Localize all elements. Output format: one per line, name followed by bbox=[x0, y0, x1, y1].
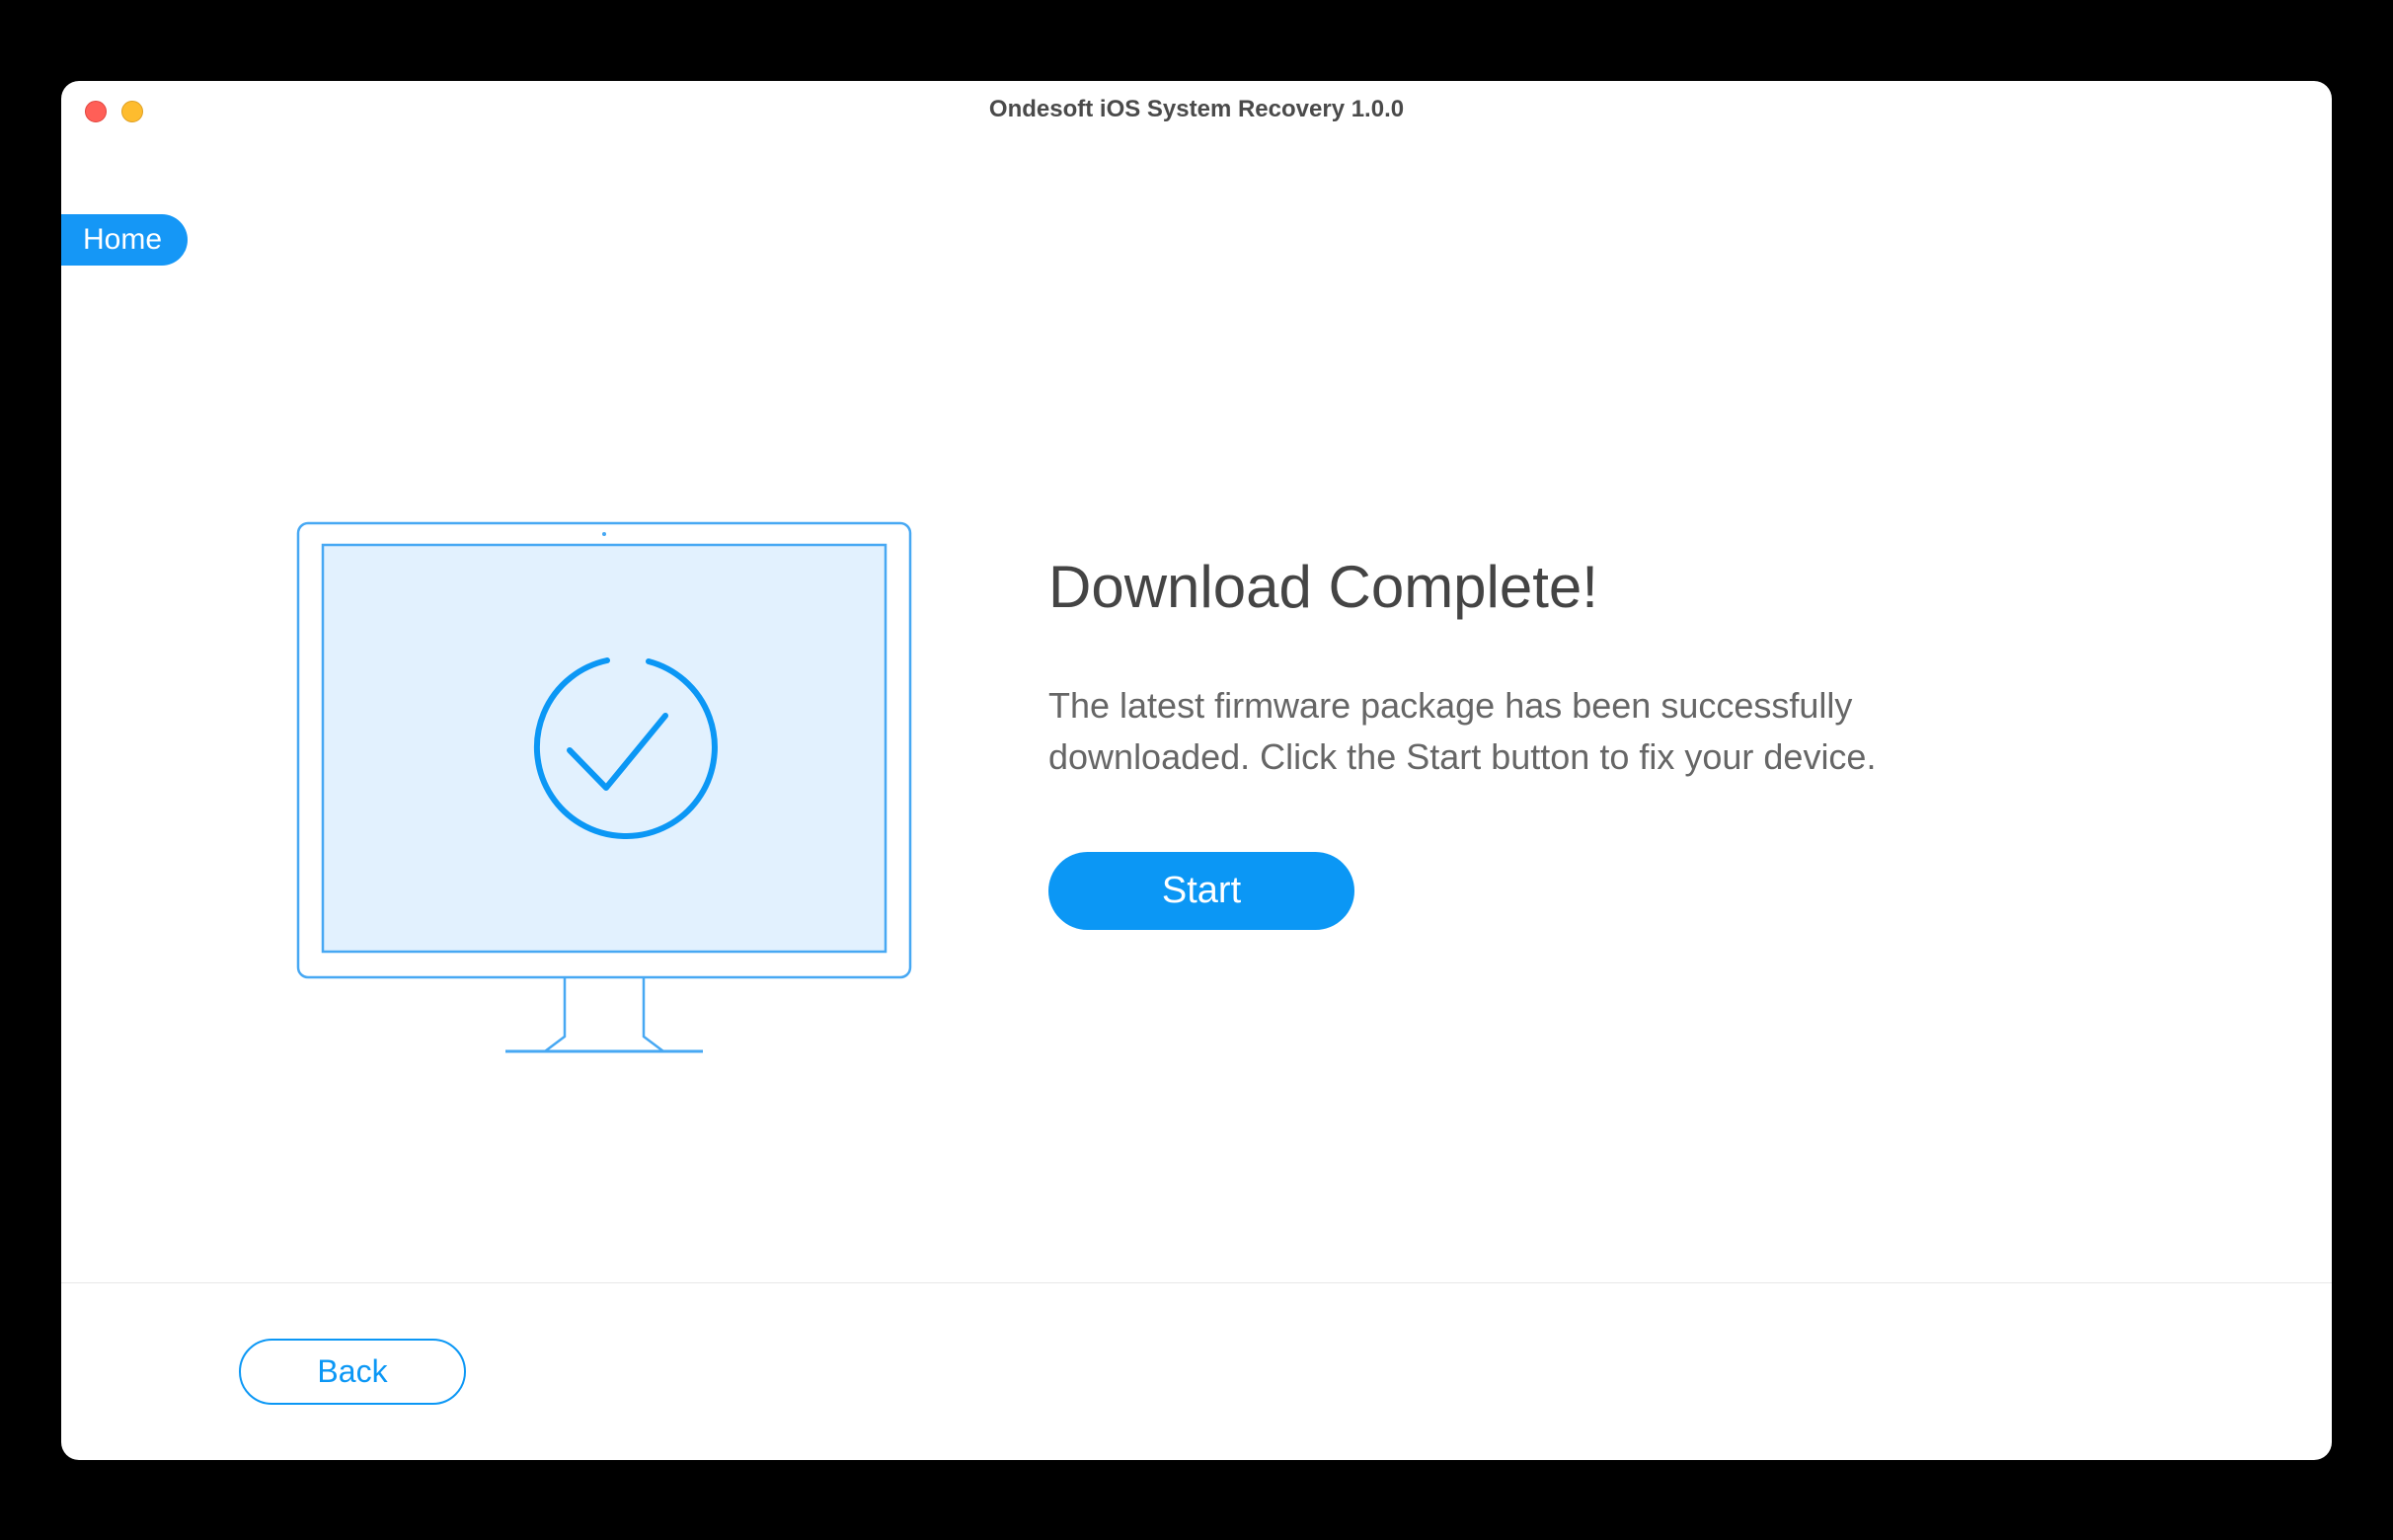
main-content: Download Complete! The latest firmware p… bbox=[61, 138, 2332, 1066]
breadcrumb: Home bbox=[61, 214, 188, 266]
window-minimize-button[interactable] bbox=[121, 101, 143, 122]
status-panel: Download Complete! The latest firmware p… bbox=[950, 503, 2036, 930]
breadcrumb-home-label: Home bbox=[83, 223, 162, 256]
start-button-label: Start bbox=[1162, 870, 1241, 911]
monitor-checkmark-illustration bbox=[239, 503, 950, 1066]
footer: Back bbox=[61, 1282, 2332, 1460]
window-close-button[interactable] bbox=[85, 101, 107, 122]
window-title: Ondesoft iOS System Recovery 1.0.0 bbox=[989, 96, 1404, 123]
traffic-lights bbox=[85, 101, 143, 122]
app-window: Ondesoft iOS System Recovery 1.0.0 Home bbox=[61, 81, 2332, 1460]
back-button-label: Back bbox=[317, 1353, 387, 1389]
window-titlebar: Ondesoft iOS System Recovery 1.0.0 bbox=[61, 81, 2332, 138]
page-description: The latest firmware package has been suc… bbox=[1048, 680, 2036, 783]
start-button[interactable]: Start bbox=[1048, 852, 1354, 930]
breadcrumb-home[interactable]: Home bbox=[61, 214, 188, 266]
page-heading: Download Complete! bbox=[1048, 553, 2036, 621]
back-button[interactable]: Back bbox=[239, 1339, 466, 1405]
